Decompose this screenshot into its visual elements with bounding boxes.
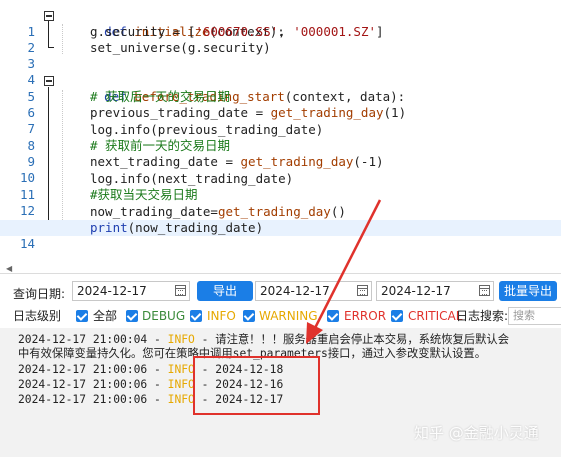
log-separator: - [147, 333, 168, 346]
filter-warning-label[interactable]: WARNING [259, 306, 318, 326]
log-level-label: 日志级别 [13, 309, 62, 323]
code-line-active[interactable]: 14 print(now_trading_date) [0, 220, 561, 251]
search-placeholder: 搜索 [513, 309, 535, 322]
date-value: 2024-12-17 [260, 284, 330, 298]
log-separator: - [147, 378, 168, 391]
code-line[interactable]: 5 def before_trading_start(context, data… [0, 73, 561, 104]
code-text: () [330, 204, 346, 219]
log-search-label: 日志搜索: [456, 309, 509, 323]
batch-export-button[interactable]: 批量导出 [499, 281, 557, 301]
calendar-icon[interactable] [175, 285, 186, 296]
code-line[interactable]: 12 #获取当天交易日期 [0, 187, 561, 218]
code-text: set_universe(g.security) [90, 40, 271, 55]
calendar-icon[interactable] [479, 285, 490, 296]
code-line[interactable]: 10 next_trading_date = get_trading_day(-… [0, 154, 561, 185]
log-search-input[interactable]: 搜索 [508, 307, 561, 325]
date-value: 2024-12-17 [381, 284, 451, 298]
log-level: INFO [167, 393, 195, 406]
calendar-icon[interactable] [357, 285, 368, 296]
filter-critical-label[interactable]: CRITICAL [408, 306, 462, 326]
code-text: ] [376, 24, 384, 39]
code-line[interactable]: 4 [0, 56, 561, 87]
query-bar: 查询日期: 2024-12-17 导出 2024-12-17 2024-12-1… [0, 277, 561, 307]
fold-toggle-icon[interactable] [44, 76, 54, 86]
code-line[interactable]: 3 set_universe(g.security) [0, 40, 561, 71]
log-separator: - [194, 333, 216, 346]
filter-info-label[interactable]: INFO [207, 306, 236, 326]
checkbox-critical[interactable] [391, 310, 403, 322]
code-text: , [278, 24, 294, 39]
code-text: now_trading_date= [90, 204, 218, 219]
fold-toggle-icon[interactable] [44, 11, 54, 21]
checkbox-info[interactable] [190, 310, 202, 322]
highlight-box [193, 356, 320, 415]
function-name: get_trading_day [270, 105, 384, 120]
code-text: next_trading_date = [90, 154, 241, 169]
export-button[interactable]: 导出 [197, 281, 253, 301]
date-value: 2024-12-17 [77, 284, 147, 298]
log-entry: 2024-12-17 21:00:04 - INFO - 请注意！！！服务器重启… [18, 332, 509, 347]
code-line[interactable]: 8 log.info(previous_trading_date) [0, 122, 561, 153]
string-literal: '600670.SS' [195, 24, 279, 39]
filter-debug-label[interactable]: DEBUG [142, 306, 185, 326]
log-level-filter-row: 日志级别 全部 DEBUG INFO WARNING ERROR CRITICA… [0, 306, 561, 328]
checkbox-warning[interactable] [243, 310, 255, 322]
filter-all-label[interactable]: 全部 [93, 306, 117, 326]
log-level: INFO [167, 363, 195, 376]
log-timestamp: 2024-12-17 21:00:04 [18, 333, 148, 346]
filter-error-label[interactable]: ERROR [344, 306, 386, 326]
code-line[interactable]: 9 # 获取前一天的交易日期 [0, 138, 561, 169]
code-line[interactable]: 6 # 获取后一天的交易日期 [0, 89, 561, 120]
start-date-input[interactable]: 2024-12-17 [72, 281, 190, 301]
code-text: (1) [383, 105, 407, 120]
checkbox-debug[interactable] [126, 310, 138, 322]
code-text: log.info(next_trading_date) [90, 171, 294, 186]
string-literal: '000001.SZ' [293, 24, 377, 39]
log-message: 请注意！！！服务器重启会停止本交易，系统恢复后默认会 [215, 333, 509, 346]
code-text: (now_trading_date) [127, 220, 264, 235]
code-line[interactable]: 11 log.info(next_trading_date) [0, 171, 561, 202]
code-line[interactable]: 7 previous_trading_date = get_trading_da… [0, 105, 561, 136]
code-comment: #获取当天交易日期 [90, 187, 198, 202]
code-text: previous_trading_date = [90, 105, 271, 120]
function-name: get_trading_day [217, 204, 331, 219]
code-line[interactable]: 13 now_trading_date=get_trading_day() [0, 204, 561, 235]
log-level: INFO [167, 378, 195, 391]
line-number: 14 [19, 236, 35, 251]
date-input-2[interactable]: 2024-12-17 [255, 281, 372, 301]
code-text: g.security = [ [90, 24, 196, 39]
function-name: get_trading_day [240, 154, 354, 169]
log-timestamp: 2024-12-17 21:00:06 [18, 393, 148, 406]
log-timestamp: 2024-12-17 21:00:06 [18, 378, 148, 391]
log-level: INFO [167, 333, 195, 346]
code-comment: # 获取后一天的交易日期 [90, 89, 231, 104]
date-input-3[interactable]: 2024-12-17 [376, 281, 494, 301]
checkbox-all[interactable] [76, 310, 88, 322]
query-date-label: 查询日期: [13, 287, 66, 301]
code-text: log.info(previous_trading_date) [90, 122, 324, 137]
code-line[interactable]: 2 g.security = ['600670.SS', '000001.SZ'… [0, 24, 561, 55]
function-name: print [90, 220, 128, 235]
code-text: (-1) [353, 154, 384, 169]
watermark: 知乎 @金融小灵通 [414, 424, 539, 442]
code-comment: # 获取前一天的交易日期 [90, 138, 231, 153]
scroll-left-arrow-icon[interactable]: ◀ [6, 264, 12, 273]
code-editor[interactable]: 1 def initialize(context): 2 g.security … [0, 0, 561, 262]
log-separator: - [147, 393, 168, 406]
log-separator: - [147, 363, 168, 376]
checkbox-error[interactable] [327, 310, 339, 322]
horizontal-scrollbar[interactable] [0, 273, 561, 274]
code-line[interactable]: 1 def initialize(context): [0, 8, 561, 39]
log-timestamp: 2024-12-17 21:00:06 [18, 363, 148, 376]
